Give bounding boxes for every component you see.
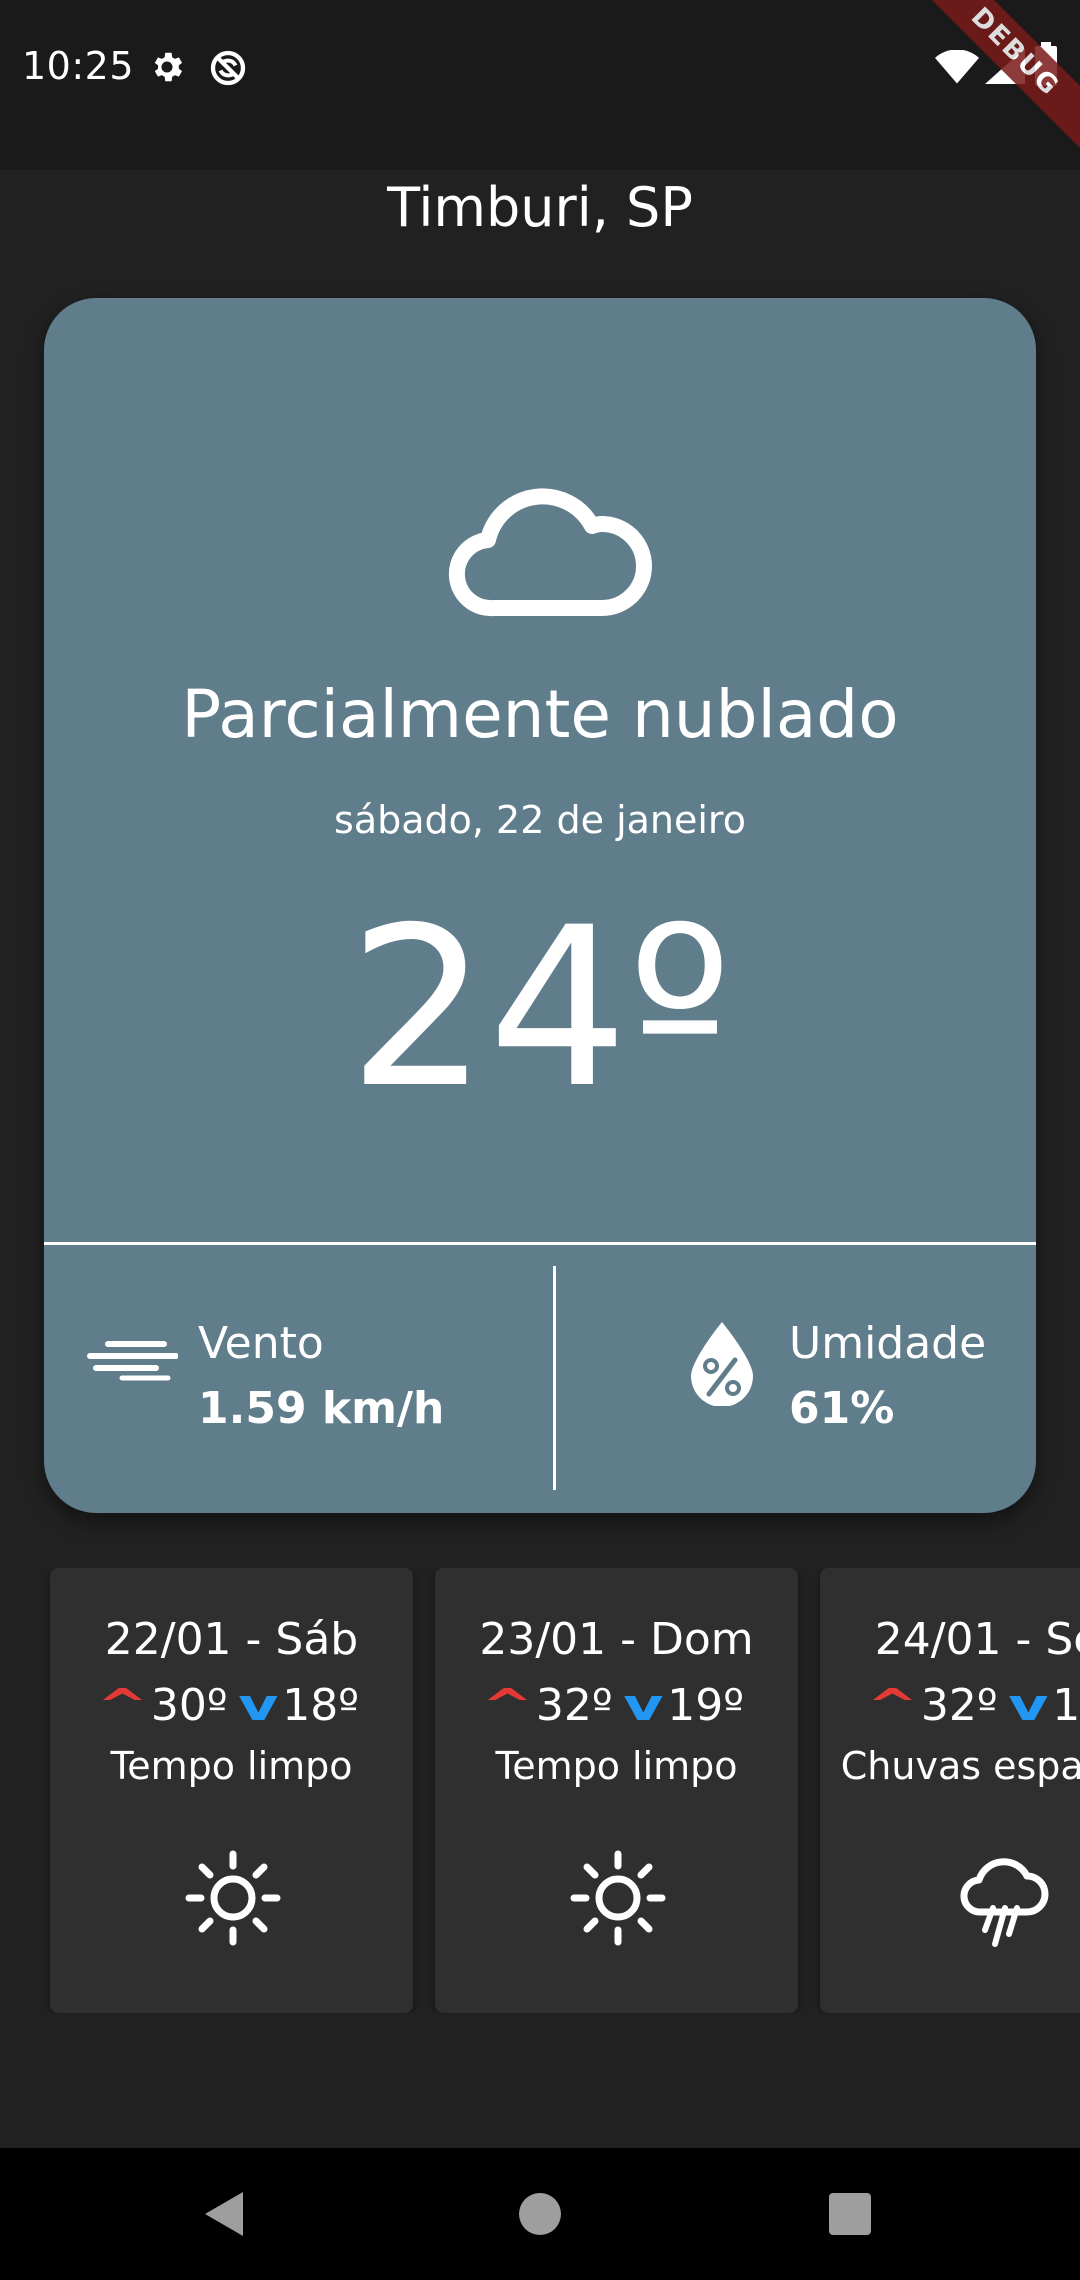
current-date: sábado, 22 de janeiro bbox=[334, 798, 746, 842]
arrow-down-icon: v bbox=[1007, 1680, 1049, 1731]
arrow-down-icon: v bbox=[622, 1680, 664, 1731]
card-divider bbox=[44, 1242, 1036, 1245]
humidity-value: 61% bbox=[789, 1383, 895, 1434]
arrow-up-icon: ^ bbox=[96, 1680, 149, 1731]
forecast-date: 22/01 - Sáb bbox=[104, 1614, 359, 1665]
arrow-down-icon: v bbox=[237, 1680, 279, 1731]
forecast-description: Tempo limpo bbox=[110, 1744, 353, 1788]
status-bar: 10:25 DEBUG bbox=[0, 0, 1080, 170]
current-weather-card: Parcialmente nublado sábado, 22 de janei… bbox=[44, 298, 1036, 1513]
forecast-max: 32º bbox=[535, 1680, 613, 1731]
wind-label: Vento bbox=[198, 1318, 324, 1369]
forecast-card[interactable]: 23/01 - Dom ^32º v19º Tempo limpo bbox=[435, 1568, 798, 2013]
forecast-description: Chuvas esparsas bbox=[840, 1744, 1080, 1788]
back-icon[interactable] bbox=[203, 2190, 245, 2242]
forecast-card[interactable]: 24/01 - Seg ^32ºv19º Chuvas esparsas bbox=[820, 1568, 1080, 2013]
forecast-date: 24/01 - Seg bbox=[874, 1614, 1080, 1665]
wind-icon bbox=[86, 1338, 179, 1386]
status-time: 10:25 bbox=[22, 44, 135, 88]
arrow-up-icon: ^ bbox=[866, 1680, 919, 1731]
arrow-up-icon: ^ bbox=[481, 1680, 534, 1731]
humidity-percent-icon bbox=[689, 1320, 755, 1410]
rain-cloud-icon bbox=[955, 1850, 1051, 1954]
forecast-temps: ^32ºv19º bbox=[435, 1680, 798, 1731]
forecast-temps: ^30º v18º bbox=[50, 1680, 413, 1731]
home-icon[interactable] bbox=[518, 2192, 562, 2240]
sun-icon bbox=[570, 1850, 666, 1950]
wifi-icon bbox=[935, 49, 979, 88]
current-condition: Parcialmente nublado bbox=[181, 676, 899, 753]
forecast-max: 30º bbox=[150, 1680, 228, 1731]
forecast-min: 19º bbox=[1052, 1680, 1080, 1731]
forecast-min: 19º bbox=[667, 1680, 745, 1731]
forecast-date: 23/01 - Dom bbox=[479, 1614, 754, 1665]
cloud-icon bbox=[442, 468, 654, 622]
forecast-min: 18º bbox=[282, 1680, 360, 1731]
card-divider-vertical bbox=[553, 1266, 556, 1490]
wind-value: 1.59 km/h bbox=[198, 1383, 445, 1434]
city-title: Timburi, SP bbox=[387, 176, 693, 239]
recent-apps-icon[interactable] bbox=[829, 2193, 871, 2239]
humidity-label: Umidade bbox=[789, 1318, 987, 1369]
forecast-max: 32º bbox=[920, 1680, 998, 1731]
weather-screen: 10:25 DEBUG Timburi, SP Parcialmente nub… bbox=[0, 0, 1080, 2280]
forecast-temps: ^32ºv19º bbox=[820, 1680, 1080, 1731]
current-temperature: 24º bbox=[348, 880, 732, 1136]
forecast-description: Tempo limpo bbox=[495, 1744, 738, 1788]
forecast-card[interactable]: 22/01 - Sáb ^30º v18º Tempo limpo bbox=[50, 1568, 413, 2013]
sun-icon bbox=[185, 1850, 281, 1950]
sync-disabled-icon bbox=[208, 48, 248, 92]
navigation-bar bbox=[0, 2148, 1080, 2280]
gear-icon bbox=[148, 48, 186, 90]
forecast-list[interactable]: 22/01 - Sáb ^30ºv18º Tempo limpo 23/01 bbox=[0, 1568, 1080, 2013]
